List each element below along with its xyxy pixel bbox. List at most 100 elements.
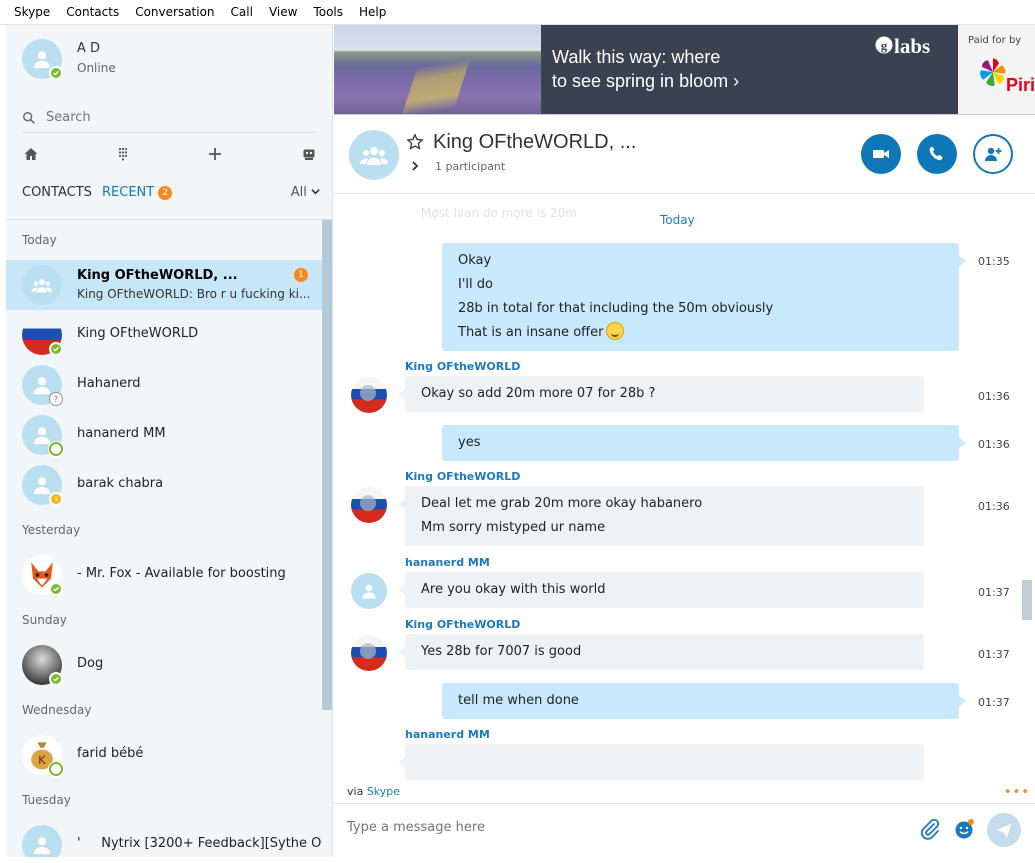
list-item[interactable]: K farid bébé <box>6 730 322 780</box>
profile[interactable]: A D Online <box>22 39 322 95</box>
list-item[interactable]: King OFtheWORLD <box>6 310 322 360</box>
ad-paid-label: Paid for by <box>968 35 1022 46</box>
message-bubble-incoming[interactable]: Okay so add 20m more 07 for 28b ? <box>398 376 924 412</box>
message-bubble-outgoing[interactable]: Okay I'll do 28b in total for that inclu… <box>442 243 966 351</box>
favorite-star-icon[interactable] <box>406 133 424 151</box>
contact-name: Dog <box>77 656 104 671</box>
filter-dropdown[interactable]: All <box>291 185 320 200</box>
list-item[interactable]: hananerd MM <box>6 410 322 460</box>
phone-icon <box>929 146 943 161</box>
g-logo-icon: g <box>875 36 893 54</box>
contact-name: Hahanerd <box>77 376 141 391</box>
list-item[interactable]: ? Hahanerd <box>6 360 322 410</box>
filter-label: All <box>290 185 307 200</box>
add-person-icon <box>985 147 1002 161</box>
list-item[interactable]: Dog <box>6 640 322 690</box>
menu-view[interactable]: View <box>261 0 305 25</box>
offline-status-icon <box>49 442 63 456</box>
message-bubble-outgoing[interactable]: yes <box>442 425 966 461</box>
list-item[interactable]: King OFtheWORLD, ... King OFtheWORLD: Br… <box>6 260 322 310</box>
search-input[interactable] <box>46 110 286 125</box>
profile-status[interactable]: Online <box>77 61 116 75</box>
sender-avatar[interactable] <box>351 635 387 671</box>
via-skype-link[interactable]: Skype <box>367 785 400 798</box>
dialpad-button[interactable] <box>112 143 134 165</box>
message-time: 01:37 <box>978 696 1010 709</box>
message-time: 01:36 <box>978 390 1010 403</box>
list-item[interactable]: - Mr. Fox - Available for boosting <box>6 550 322 600</box>
send-button[interactable] <box>987 813 1021 847</box>
message-bubble-incoming[interactable]: Deal let me grab 20m more okay habanero … <box>398 486 924 546</box>
message-text: tell me when done <box>458 693 579 708</box>
contact-name: hananerd MM <box>77 426 166 441</box>
recent-badge: 2 <box>158 186 173 200</box>
bots-button[interactable] <box>298 143 320 165</box>
contact-name: barak chabra <box>77 476 164 491</box>
message-preview: King OFtheWORLD: Bro r u fucking ki... <box>77 287 311 301</box>
ad-banner[interactable]: Walk this way: where to see spring in bl… <box>334 25 1035 115</box>
message-input[interactable] <box>347 820 907 835</box>
message-bubble-incoming[interactable]: Yes 28b for 7007 is good <box>398 634 924 670</box>
group-avatar <box>22 265 62 305</box>
section-sunday: Sunday <box>22 613 67 627</box>
tab-recent-label: RECENT <box>102 185 155 200</box>
add-participant-button[interactable] <box>973 134 1013 174</box>
call-button[interactable] <box>917 134 957 174</box>
person-icon <box>362 584 376 599</box>
tab-recent[interactable]: RECENT 2 <box>102 185 173 200</box>
sender-avatar[interactable] <box>351 573 387 609</box>
message-scrollbar[interactable] <box>1022 580 1032 620</box>
contact-name: - Mr. Fox - Available for boosting <box>77 566 286 581</box>
sender-name: King OFtheWORLD <box>405 618 521 631</box>
ad-headline-line1: Walk this way: where <box>552 47 721 67</box>
sender-name: hananerd MM <box>405 556 490 569</box>
menu-skype[interactable]: Skype <box>6 0 58 25</box>
sender-avatar[interactable] <box>351 487 387 523</box>
more-options-icon[interactable]: ••• <box>1004 785 1030 800</box>
participants-count[interactable]: 1 participant <box>435 160 505 173</box>
contact-name: King OFtheWORLD, ... <box>77 268 238 283</box>
tab-contacts[interactable]: CONTACTS <box>22 185 92 200</box>
conversation-title[interactable]: King OFtheWORLD, ... <box>433 131 636 154</box>
message-bubble-incoming[interactable] <box>398 744 924 780</box>
list-item[interactable]: barak chabra <box>6 460 322 510</box>
contact-avatar <box>22 825 62 857</box>
message-text: Mm sorry mistyped ur name <box>421 520 606 535</box>
message-time: 01:36 <box>978 438 1010 451</box>
chevron-down-icon <box>311 189 320 195</box>
message-text: That is an insane offer <box>458 325 604 340</box>
faded-message: Most Ivan do more is 20m <box>421 206 577 220</box>
menu-tools[interactable]: Tools <box>305 0 351 25</box>
menu-conversation[interactable]: Conversation <box>127 0 222 25</box>
contact-tabs: CONTACTS RECENT 2 All <box>22 185 322 207</box>
video-call-button[interactable] <box>861 134 901 174</box>
person-icon <box>33 51 51 69</box>
chevron-right-icon[interactable] <box>410 161 420 171</box>
message-time: 01:37 <box>978 648 1010 661</box>
sender-avatar[interactable] <box>351 377 387 413</box>
online-status-icon <box>49 66 63 80</box>
away-status-icon <box>49 492 63 506</box>
paperclip-icon[interactable] <box>919 818 941 840</box>
plus-icon <box>209 148 221 160</box>
section-today: Today <box>22 233 57 247</box>
emoticon-icon[interactable] <box>953 818 975 840</box>
message-text: Okay <box>458 253 492 268</box>
list-item[interactable]: ' Nytrix [3200+ Feedback][Sythe O... <box>6 820 322 857</box>
ad-logo-text: labs <box>894 34 931 58</box>
menu-help[interactable]: Help <box>351 0 394 25</box>
menu-call[interactable]: Call <box>223 0 261 25</box>
group-avatar[interactable] <box>349 130 399 180</box>
sponsor-flower-icon <box>980 58 1006 87</box>
add-button[interactable] <box>204 143 226 165</box>
contact-name: farid bébé <box>77 746 144 761</box>
svg-text:g: g <box>881 38 888 53</box>
home-button[interactable] <box>20 143 42 165</box>
sender-name: King OFtheWORLD <box>405 470 521 483</box>
message-bubble-outgoing[interactable]: tell me when done <box>442 683 966 719</box>
menu-contacts[interactable]: Contacts <box>58 0 127 25</box>
sidebar-scrollbar[interactable] <box>322 220 332 710</box>
search-bar <box>22 103 316 133</box>
message-text: Yes 28b for 7007 is good <box>421 644 582 659</box>
message-bubble-incoming[interactable]: Are you okay with this world <box>398 572 924 608</box>
